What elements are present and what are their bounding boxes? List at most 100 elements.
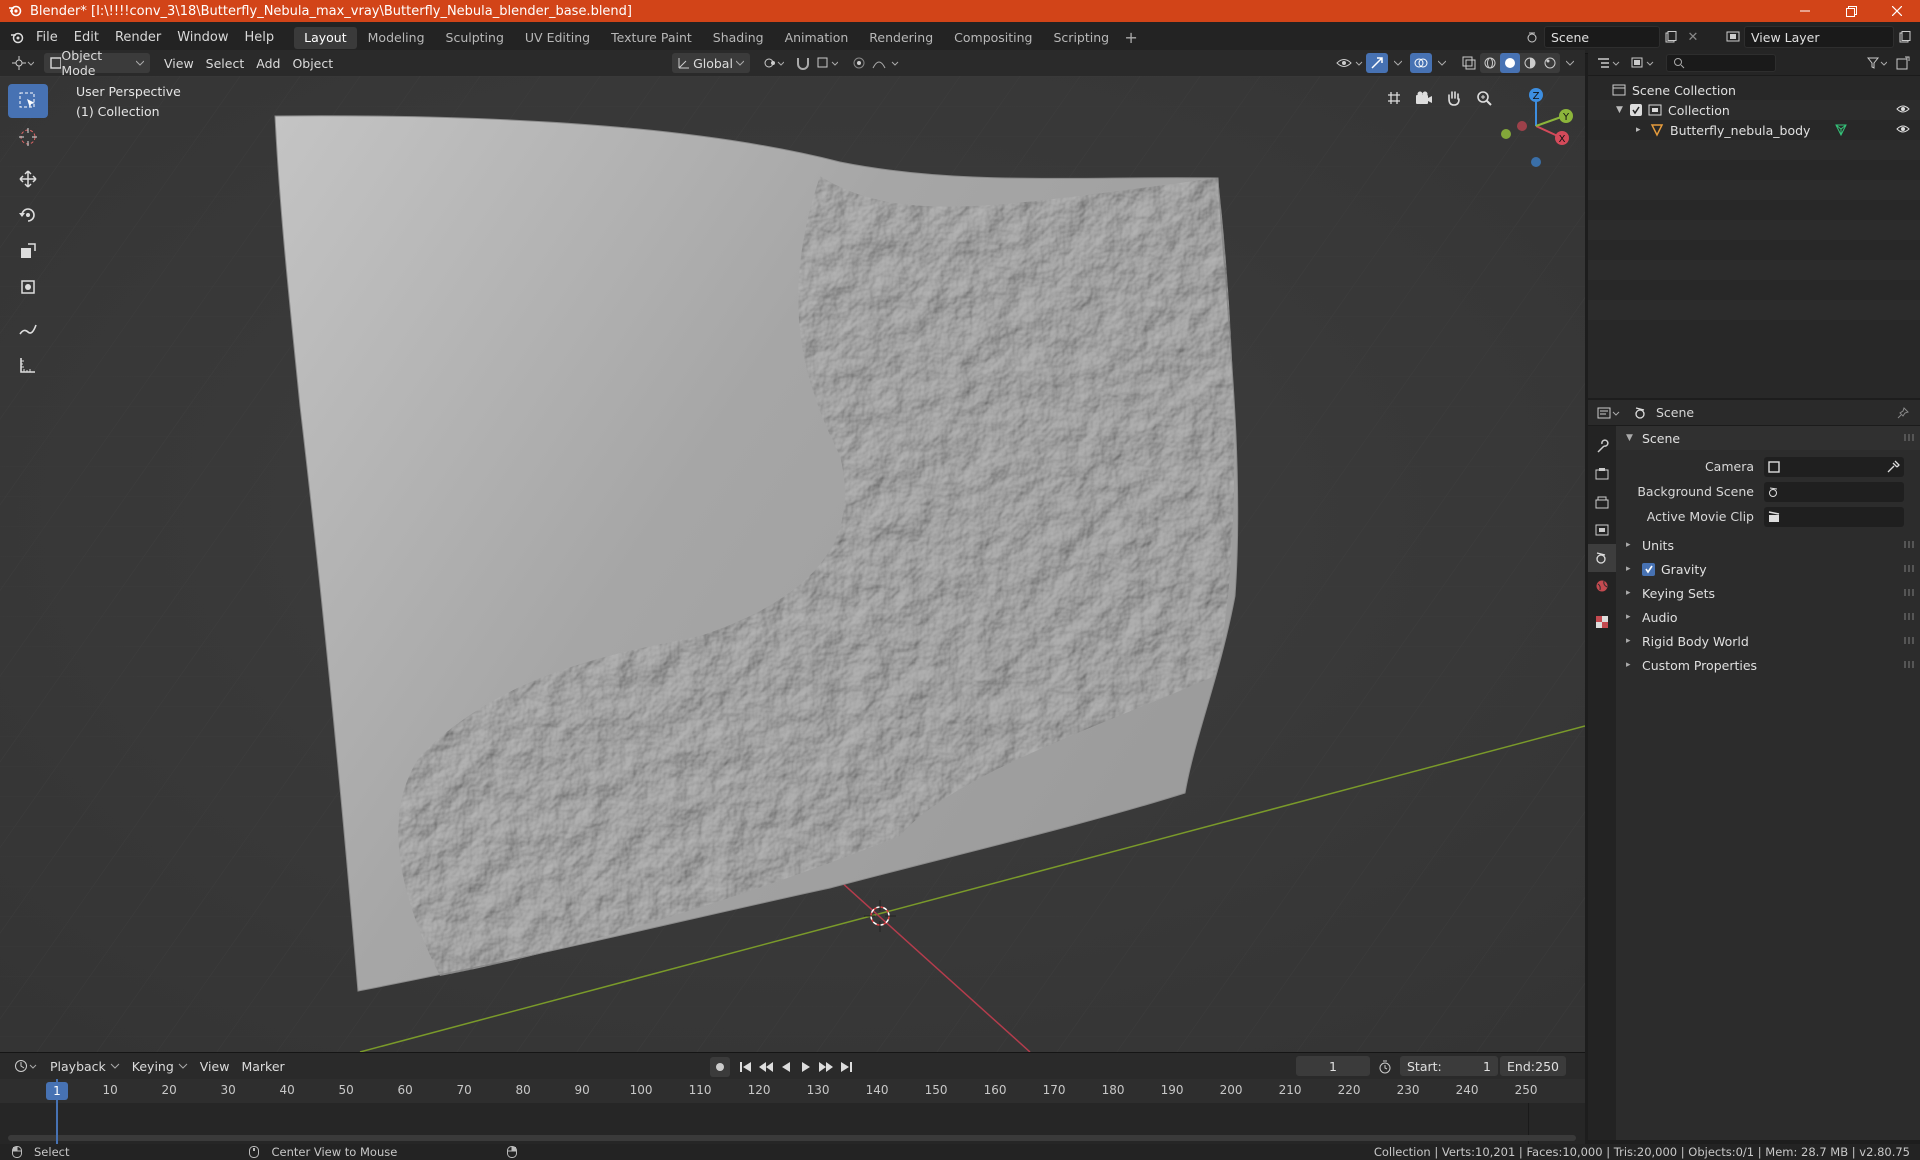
scene-browse-icon[interactable] — [1522, 26, 1544, 48]
eyedropper-icon[interactable] — [1886, 460, 1900, 474]
play-button[interactable] — [796, 1056, 816, 1078]
expand-arrow-icon[interactable]: ▸ — [1636, 125, 1650, 135]
drag-handle-icon[interactable] — [1904, 434, 1914, 441]
units-panel-header[interactable]: ▸ Units — [1616, 533, 1920, 557]
properties-editor-type-icon[interactable] — [1592, 402, 1626, 424]
play-reverse-button[interactable] — [776, 1056, 796, 1078]
tab-compositing[interactable]: Compositing — [944, 27, 1042, 49]
world-tab-icon[interactable] — [1588, 572, 1616, 600]
blender-menu-icon[interactable] — [6, 27, 28, 49]
timeline-view-menu[interactable]: View — [194, 1056, 236, 1076]
mode-dropdown[interactable]: Object Mode — [44, 48, 150, 78]
transform-orientation-dropdown[interactable]: Global — [672, 53, 750, 73]
playback-menu[interactable]: Playback — [44, 1056, 126, 1076]
prev-keyframe-button[interactable] — [756, 1056, 776, 1078]
scene-section-header[interactable]: ▼ Scene — [1616, 426, 1920, 450]
marker-menu[interactable]: Marker — [235, 1056, 290, 1076]
keying-menu[interactable]: Keying — [126, 1056, 194, 1076]
add-workspace-icon[interactable]: + — [1120, 27, 1142, 49]
overlays-dropdown-icon[interactable] — [1432, 53, 1452, 73]
tab-rendering[interactable]: Rendering — [859, 27, 943, 49]
keying-sets-panel-header[interactable]: ▸ Keying Sets — [1616, 581, 1920, 605]
pan-hand-icon[interactable] — [1440, 84, 1468, 112]
zoom-icon[interactable] — [1470, 84, 1498, 112]
close-window-button[interactable] — [1874, 0, 1920, 22]
mesh-data-icon[interactable] — [1834, 123, 1848, 137]
xray-toggle-icon[interactable] — [1456, 53, 1482, 73]
active-movie-clip-field[interactable] — [1764, 506, 1904, 527]
gizmo-toggle-icon[interactable] — [1366, 53, 1388, 73]
cursor-tool-icon[interactable] — [8, 120, 48, 154]
delete-view-layer-icon[interactable]: ✕ — [1916, 26, 1920, 48]
timeline-ruler[interactable]: 1102030405060708090100110120130140150160… — [0, 1079, 1585, 1103]
background-scene-field[interactable] — [1764, 481, 1904, 502]
tab-sculpting[interactable]: Sculpting — [436, 27, 514, 49]
outliner-row-collection[interactable]: ▼ Collection — [1588, 100, 1920, 120]
camera-view-icon[interactable] — [1410, 84, 1438, 112]
menu-object[interactable]: Object — [286, 53, 339, 73]
tab-layout[interactable]: Layout — [294, 26, 357, 49]
drag-handle-icon[interactable] — [1904, 613, 1914, 620]
solid-shading-icon[interactable] — [1500, 53, 1520, 73]
scene-tab-icon[interactable] — [1588, 544, 1616, 572]
menu-window[interactable]: Window — [169, 26, 236, 50]
menu-select[interactable]: Select — [200, 53, 251, 73]
drag-handle-icon[interactable] — [1904, 589, 1914, 596]
gravity-checkbox[interactable] — [1642, 562, 1655, 576]
outliner-search-input[interactable] — [1666, 53, 1776, 72]
render-tab-icon[interactable] — [1588, 460, 1616, 488]
object-visibility-eye-icon[interactable] — [1896, 123, 1910, 135]
camera-field[interactable] — [1764, 456, 1904, 477]
grid-view-icon[interactable] — [1380, 84, 1408, 112]
editor-type-icon[interactable] — [6, 53, 40, 73]
new-view-layer-icon[interactable] — [1894, 26, 1916, 48]
expand-arrow-icon[interactable]: ▼ — [1616, 105, 1630, 115]
delete-scene-icon[interactable]: ✕ — [1682, 26, 1704, 48]
playhead-frame-badge[interactable]: 1 — [46, 1082, 68, 1100]
display-mode-icon[interactable] — [1626, 52, 1660, 74]
view-layer-tab-icon[interactable] — [1588, 516, 1616, 544]
tab-animation[interactable]: Animation — [775, 27, 859, 49]
audio-panel-header[interactable]: ▸ Audio — [1616, 605, 1920, 629]
rotate-tool-icon[interactable] — [8, 198, 48, 232]
pin-icon[interactable] — [1892, 402, 1914, 424]
menu-file[interactable]: File — [28, 26, 66, 50]
outliner-editor-type-icon[interactable] — [1592, 52, 1626, 74]
scene-name-field[interactable]: Scene — [1544, 26, 1660, 48]
rendered-shading-icon[interactable] — [1540, 53, 1560, 73]
rigid-body-world-panel-header[interactable]: ▸ Rigid Body World — [1616, 629, 1920, 653]
drag-handle-icon[interactable] — [1904, 541, 1914, 548]
tool-settings-tab-icon[interactable] — [1588, 432, 1616, 460]
menu-edit[interactable]: Edit — [66, 26, 107, 50]
snap-target-icon[interactable] — [810, 53, 844, 73]
end-frame-field[interactable]: End: 250 — [1500, 1056, 1566, 1076]
view-layer-name-field[interactable]: View Layer — [1744, 26, 1894, 48]
overlays-toggle-icon[interactable] — [1410, 53, 1432, 73]
record-button[interactable] — [710, 1057, 730, 1077]
menu-view[interactable]: View — [158, 53, 200, 73]
material-shading-icon[interactable] — [1520, 53, 1540, 73]
start-frame-field[interactable]: Start: 1 — [1400, 1056, 1498, 1076]
menu-help[interactable]: Help — [237, 26, 283, 50]
select-box-tool-icon[interactable] — [8, 84, 48, 118]
scale-tool-icon[interactable] — [8, 234, 48, 268]
texture-tab-icon[interactable] — [1588, 608, 1616, 636]
current-frame-field[interactable]: 1 — [1296, 1056, 1370, 1076]
tab-texture-paint[interactable]: Texture Paint — [601, 27, 702, 49]
transform-tool-icon[interactable] — [8, 270, 48, 304]
collection-visibility-eye-icon[interactable] — [1896, 103, 1910, 115]
pivot-point-icon[interactable] — [756, 53, 790, 73]
timeline-track-area[interactable] — [0, 1103, 1585, 1145]
annotate-tool-icon[interactable] — [8, 312, 48, 346]
minimize-button[interactable] — [1782, 0, 1828, 22]
jump-end-button[interactable] — [836, 1056, 856, 1078]
tab-scripting[interactable]: Scripting — [1044, 27, 1120, 49]
filter-icon[interactable] — [1866, 52, 1888, 74]
menu-add[interactable]: Add — [250, 53, 286, 73]
wireframe-shading-icon[interactable] — [1480, 53, 1500, 73]
restore-button[interactable] — [1828, 0, 1874, 22]
shading-dropdown-icon[interactable] — [1560, 53, 1580, 73]
tab-modeling[interactable]: Modeling — [358, 27, 435, 49]
tab-shading[interactable]: Shading — [703, 27, 774, 49]
custom-properties-panel-header[interactable]: ▸ Custom Properties — [1616, 653, 1920, 677]
